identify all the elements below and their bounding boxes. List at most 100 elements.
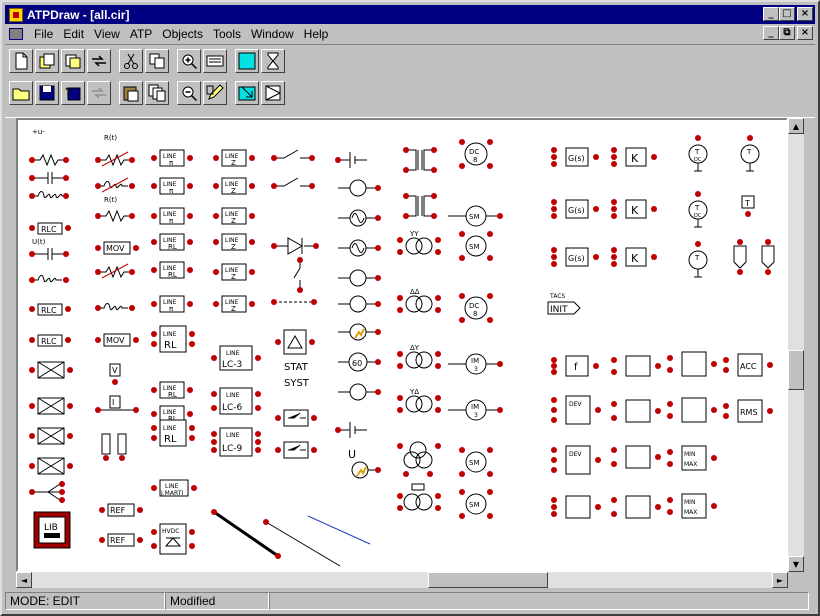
voltage-switch[interactable] (271, 177, 315, 189)
scroll-left-button[interactable]: ◄ (16, 572, 32, 588)
close-button[interactable]: × (797, 7, 813, 21)
duplicate-button[interactable] (145, 81, 169, 105)
transposition-1[interactable] (29, 361, 73, 379)
exchange-button[interactable] (87, 49, 111, 73)
color-fill-button[interactable] (235, 49, 259, 73)
rlc-3phase-element[interactable]: RLC (29, 303, 71, 316)
select-area-button[interactable] (235, 81, 259, 105)
menu-window[interactable]: Window (246, 27, 299, 41)
scroll-right-button[interactable]: ► (772, 572, 788, 588)
transformer-3wind-2[interactable] (397, 483, 441, 511)
switch-measuring[interactable] (271, 299, 317, 305)
tacs-source-t-dc-3[interactable]: T (688, 241, 708, 278)
tacs-switch-2[interactable] (275, 441, 317, 459)
nonlinear-resistor[interactable]: R(t) (95, 134, 135, 167)
tacs-k-3[interactable]: K (611, 247, 657, 267)
tacs-out-2[interactable] (761, 239, 775, 275)
ref-element-1[interactable]: REF (99, 503, 143, 517)
line-z-1[interactable]: LINEZ (213, 149, 255, 167)
tacs-rms[interactable]: RMS (723, 399, 773, 423)
line-rl-1[interactable]: LINERL (151, 233, 193, 251)
mdi-restore-button[interactable]: ⧉ (779, 26, 795, 40)
vertical-scrollbar[interactable]: ▲ ▼ (788, 118, 804, 572)
transformer-dy[interactable]: ΔY (397, 344, 441, 369)
minimize-button[interactable]: _ (763, 7, 779, 21)
nonlinear-inductor[interactable] (95, 177, 135, 193)
menu-tools[interactable]: Tools (208, 27, 246, 41)
tacs-k-2[interactable]: K (611, 199, 657, 219)
time-resistor[interactable]: R(t) (95, 196, 135, 223)
line-rl-3[interactable]: LINE RL (151, 325, 195, 353)
open-button[interactable] (9, 81, 33, 105)
tacs-dev-59[interactable] (611, 445, 661, 469)
mdi-document-icon[interactable] (9, 28, 23, 40)
maximize-button[interactable]: □ (779, 7, 795, 21)
dc-machine-2[interactable]: DC8 (459, 293, 493, 323)
line-pi-1[interactable]: LINEπ (151, 149, 193, 167)
splitter-probes[interactable] (101, 433, 127, 461)
nonlinear-resistor-b[interactable] (95, 263, 135, 279)
tacs-g-s-3[interactable]: G(s) (551, 247, 599, 267)
tacs-dev-53[interactable] (551, 495, 601, 519)
tacs-dev-51[interactable]: DEV (551, 395, 601, 425)
rlc-capacitor-element[interactable]: U(t) (29, 238, 69, 260)
library-icon[interactable]: LIB (33, 511, 71, 549)
dc-source-2[interactable] (335, 422, 367, 438)
vertical-scroll-thumb[interactable] (788, 350, 804, 390)
pencil-button[interactable] (203, 81, 227, 105)
tacs-k-1[interactable]: K (611, 147, 657, 167)
line-pi-2[interactable]: LINEπ (151, 177, 193, 195)
ac-source-1[interactable] (338, 179, 381, 197)
horizontal-scrollbar[interactable]: ◄ ► (16, 572, 788, 588)
sm-machine-2[interactable]: SM (459, 231, 493, 261)
tacs-dev-62[interactable] (667, 397, 717, 423)
capacitor-element[interactable] (29, 172, 69, 184)
copy-button[interactable] (145, 49, 169, 73)
atpdraw-app-icon[interactable] (9, 7, 23, 22)
line-z-5[interactable]: LINEZ (213, 263, 255, 281)
hourglass-button[interactable] (261, 49, 285, 73)
transformer-3wind-1[interactable] (397, 441, 441, 477)
switch-vertical[interactable] (293, 257, 303, 293)
mdi-minimize-button[interactable]: _ (763, 26, 779, 40)
tacs-dev-55[interactable] (611, 355, 661, 377)
ac-source-5[interactable] (338, 295, 381, 313)
hvdc-element[interactable]: HVDC (151, 523, 195, 555)
sm-machine-4[interactable]: SM (459, 489, 493, 519)
rlc-element[interactable]: RLC (29, 222, 71, 235)
rotate-button[interactable] (261, 81, 285, 105)
line-rl-2[interactable]: LINERL (151, 261, 193, 279)
connection-line-2[interactable] (263, 519, 341, 567)
transposition-4[interactable] (29, 457, 73, 475)
connection-line-1[interactable] (211, 509, 281, 559)
ac-source-4[interactable] (338, 269, 381, 287)
save-as-button[interactable]: ? (61, 81, 85, 105)
transformer-dd[interactable]: ΔΔ (397, 288, 441, 313)
syst-switch[interactable]: SYST (284, 378, 310, 389)
line-lc6[interactable]: LINE LC-6 (211, 387, 261, 415)
transposition-2[interactable] (29, 397, 73, 415)
menu-help[interactable]: Help (299, 27, 334, 41)
tacs-source-t[interactable]: T (741, 195, 755, 217)
zoom-out-button[interactable] (177, 81, 201, 105)
menu-edit[interactable]: Edit (58, 27, 89, 41)
time-switch[interactable] (271, 149, 315, 161)
thyristor-element[interactable] (275, 329, 315, 355)
dc-machine-1[interactable]: DC8 (459, 139, 493, 169)
menu-view[interactable]: View (89, 27, 125, 41)
zoom-in-button[interactable] (177, 49, 201, 73)
circuit-canvas[interactable]: +u- RLC U(t) RLC RLC LIB R(t) R(t) MOV M… (16, 118, 788, 572)
tacs-g-s-2[interactable]: G(s) (551, 199, 599, 219)
ac-source-6[interactable] (338, 383, 381, 401)
line-z-2[interactable]: LINEZ (213, 177, 255, 195)
line-pi-3[interactable]: LINEπ (151, 207, 193, 225)
dc-source-1[interactable] (335, 152, 367, 168)
rlc-3phase-b-element[interactable]: RLC (29, 334, 71, 347)
tacs-source-t-dc-1[interactable]: TDC (688, 135, 708, 172)
tacs-g-s-1[interactable]: G(s) (551, 147, 599, 167)
line-lc9[interactable]: LINE LC-9 (211, 427, 261, 457)
menu-file[interactable]: File (29, 27, 58, 41)
line-z-3[interactable]: LINEZ (213, 207, 255, 225)
mov-3phase-element[interactable]: MOV (95, 333, 139, 347)
inductor-element[interactable] (29, 191, 69, 200)
